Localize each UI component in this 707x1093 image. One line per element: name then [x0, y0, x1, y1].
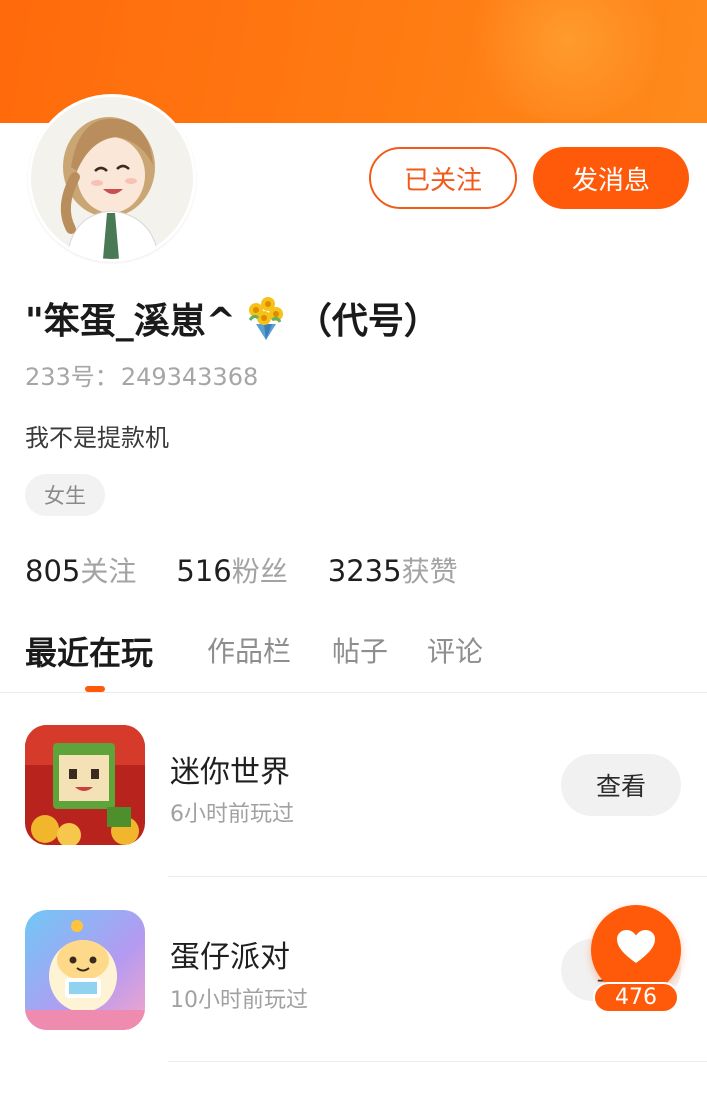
user-id-value: 249343368 [120, 363, 259, 391]
nickname: "笨蛋_溪崽^ （代号） [25, 292, 440, 344]
user-id: 233号：249343368 [25, 357, 258, 392]
mini-world-game-icon [25, 725, 145, 845]
user-id-label: 233号： [25, 363, 119, 391]
row-divider [168, 1061, 707, 1062]
profile-stats: 805 关注 516 粉丝 3235 获赞 [25, 550, 498, 590]
stat-followers[interactable]: 516 粉丝 [176, 550, 287, 590]
stat-following-value: 805 [25, 554, 81, 588]
view-game-button[interactable]: 查看 [561, 754, 681, 816]
stat-likes-value: 3235 [327, 554, 402, 588]
stat-followers-value: 516 [176, 554, 232, 588]
stat-following-label: 关注 [80, 555, 137, 588]
profile-tabs: 最近在玩 作品栏 帖子 评论 [0, 620, 707, 692]
gender-tag: 女生 [25, 474, 105, 516]
tab-works[interactable]: 作品栏 [207, 630, 291, 670]
stat-followers-label: 粉丝 [231, 555, 288, 588]
send-message-button[interactable]: 发消息 [533, 147, 689, 209]
game-last-played: 10小时前玩过 [170, 988, 308, 1013]
game-title: 蛋仔派对 [170, 940, 290, 975]
stat-likes-label: 获赞 [401, 555, 458, 588]
followed-button[interactable]: 已关注 [369, 147, 517, 209]
eggy-party-game-icon [25, 910, 145, 1030]
nickname-suffix: （代号） [295, 301, 440, 342]
like-count-badge: 476 [593, 982, 679, 1013]
game-title: 迷你世界 [170, 755, 290, 790]
user-bio: 我不是提款机 [25, 424, 169, 452]
tab-posts[interactable]: 帖子 [332, 630, 388, 670]
flower-bouquet-icon [242, 294, 290, 342]
list-item[interactable]: 迷你世界 6小时前玩过 查看 [0, 693, 707, 877]
heart-icon [616, 929, 656, 969]
tab-recently-played[interactable]: 最近在玩 [25, 628, 153, 674]
stat-following[interactable]: 805 关注 [25, 550, 136, 590]
avatar[interactable] [28, 94, 196, 262]
stat-likes: 3235 获赞 [328, 550, 458, 590]
tab-comments[interactable]: 评论 [427, 630, 483, 670]
game-last-played: 6小时前玩过 [170, 802, 294, 827]
nickname-text: "笨蛋_溪崽^ [25, 301, 236, 342]
